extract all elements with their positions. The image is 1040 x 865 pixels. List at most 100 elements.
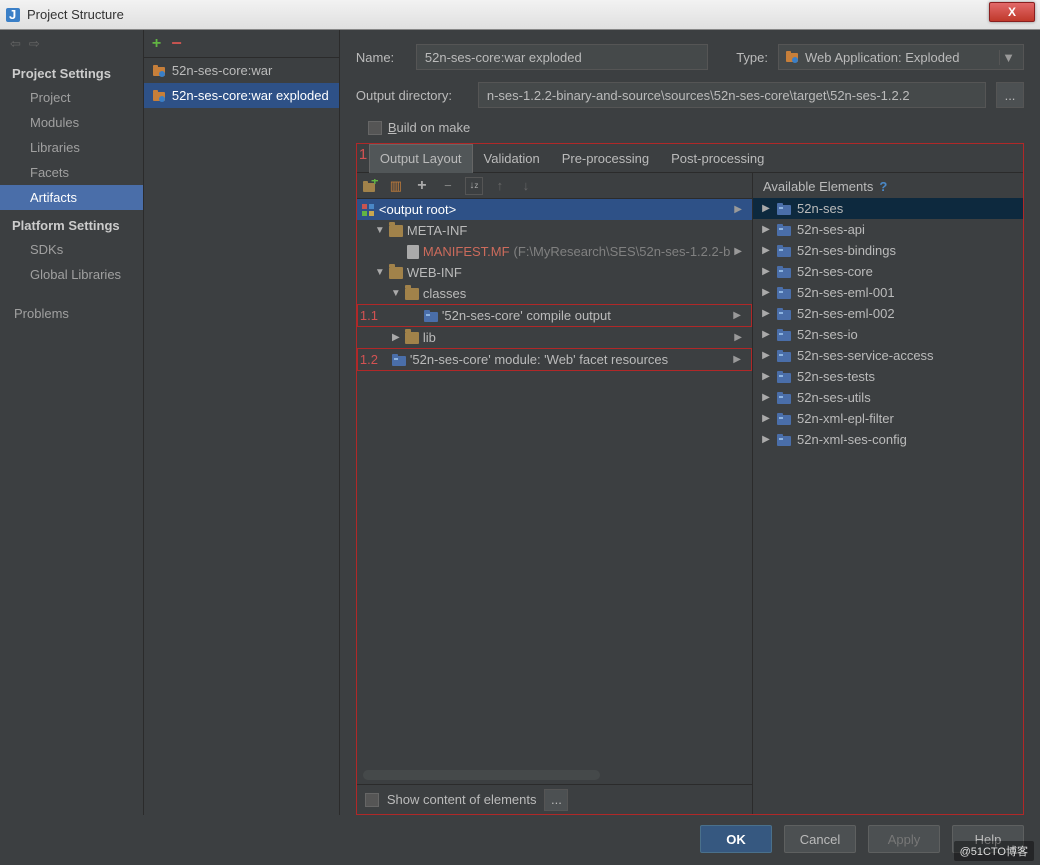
tree-item[interactable]: ▼META-INF: [357, 220, 752, 241]
list-item[interactable]: ▶ 52n-ses-bindings: [753, 240, 1023, 261]
list-item[interactable]: ▶ 52n-ses-tests: [753, 366, 1023, 387]
sidebar-item-sdks[interactable]: SDKs: [0, 237, 143, 262]
remove-artifact-button[interactable]: −: [171, 33, 182, 54]
sidebar-item-libraries[interactable]: Libraries: [0, 135, 143, 160]
sidebar-item-project[interactable]: Project: [0, 85, 143, 110]
module-icon: [392, 354, 406, 366]
tree-item[interactable]: ▼ WEB-INF: [357, 262, 752, 283]
show-content-checkbox[interactable]: [365, 793, 379, 807]
sort-icon[interactable]: ↓z: [465, 177, 483, 195]
expand-icon[interactable]: ▶: [761, 266, 771, 277]
svg-text:J: J: [9, 7, 16, 22]
outdir-input[interactable]: [478, 82, 986, 108]
list-item[interactable]: ▶52n-ses-eml-002: [753, 303, 1023, 324]
chevron-right-icon: ▶: [734, 332, 748, 343]
svg-text:+: +: [371, 179, 378, 188]
expand-icon[interactable]: ▶: [391, 332, 401, 343]
annotated-box-12: 1.2 '52n-ses-core' module: 'Web' facet r…: [357, 348, 752, 371]
expand-icon[interactable]: ▼: [375, 225, 385, 236]
expand-icon[interactable]: ▶: [761, 350, 771, 361]
layout-icon[interactable]: ▥: [387, 177, 405, 195]
expand-icon[interactable]: ▶: [761, 413, 771, 424]
module-icon: [777, 371, 791, 383]
expand-icon[interactable]: ▶: [761, 308, 771, 319]
expand-icon[interactable]: ▶: [761, 287, 771, 298]
build-on-make-checkbox[interactable]: [368, 121, 382, 135]
list-item[interactable]: ▶ 52n-ses-io: [753, 324, 1023, 345]
sidebar-item-modules[interactable]: Modules: [0, 110, 143, 135]
remove-icon[interactable]: −: [439, 177, 457, 195]
tab-post-processing[interactable]: Post-processing: [660, 144, 775, 172]
sidebar-item-artifacts[interactable]: Artifacts: [0, 185, 143, 210]
list-item[interactable]: ▶52n-ses-utils: [753, 387, 1023, 408]
expand-icon[interactable]: ▶: [761, 203, 771, 214]
list-item[interactable]: ▶52n-ses: [753, 198, 1023, 219]
tree-item[interactable]: '52n-ses-core' compile output▶: [358, 305, 751, 326]
sidebar-item-problems[interactable]: Problems: [0, 301, 143, 326]
module-icon: [777, 329, 791, 341]
tree-item[interactable]: '52n-ses-core' module: 'Web' facet resou…: [358, 349, 751, 370]
chevron-right-icon: ▶: [733, 310, 747, 321]
expand-icon[interactable]: ▶: [761, 371, 771, 382]
tree-label: WEB-INF: [407, 265, 462, 280]
tree-item[interactable]: MANIFEST.MF(F:\MyResearch\SES\52n-ses-1.…: [357, 241, 752, 262]
list-label: 52n-ses-api: [797, 222, 865, 237]
nav-forward-icon[interactable]: ⇨: [29, 36, 40, 52]
tree-item[interactable]: ▼classes: [357, 283, 752, 304]
sidebar-item-facets[interactable]: Facets: [0, 160, 143, 185]
list-label: 52n-ses-tests: [797, 369, 875, 384]
tree-path: (F:\MyResearch\SES\52n-ses-1.2.2-b: [514, 244, 731, 259]
show-content-browse[interactable]: ...: [544, 789, 568, 811]
expand-icon[interactable]: ▶: [761, 392, 771, 403]
add-artifact-button[interactable]: +: [152, 35, 161, 53]
artifact-item[interactable]: 52n-ses-core:war: [144, 58, 339, 83]
list-item[interactable]: ▶52n-xml-epl-filter: [753, 408, 1023, 429]
add-icon[interactable]: +: [413, 177, 431, 195]
close-button[interactable]: X: [989, 2, 1035, 22]
module-icon: [777, 413, 791, 425]
artifact-item[interactable]: 52n-ses-core:war exploded: [144, 83, 339, 108]
list-item[interactable]: ▶ 52n-ses-api: [753, 219, 1023, 240]
list-item[interactable]: ▶52n-ses-core: [753, 261, 1023, 282]
type-dropdown[interactable]: Web Application: Exploded ▼: [778, 44, 1024, 70]
folder-icon: [405, 288, 419, 300]
watermark: @51CTO博客: [954, 841, 1034, 861]
sidebar-heading-platform: Platform Settings: [0, 210, 143, 237]
module-icon: [777, 392, 791, 404]
list-item[interactable]: ▶52n-ses-eml-001: [753, 282, 1023, 303]
list-label: 52n-ses-io: [797, 327, 858, 342]
expand-icon[interactable]: ▼: [391, 288, 401, 299]
expand-icon[interactable]: ▶: [761, 245, 771, 256]
available-elements-list[interactable]: ▶52n-ses ▶52n-ses-api ▶52n-ses-bindings …: [753, 198, 1023, 814]
move-down-icon[interactable]: ↓: [517, 177, 535, 195]
list-item[interactable]: ▶52n-xml-ses-config: [753, 429, 1023, 450]
output-tree[interactable]: <output root> ▶ ▼META-INF MANIFEST.MF(F:…: [357, 199, 752, 784]
new-folder-icon[interactable]: +: [361, 177, 379, 195]
tab-pre-processing[interactable]: Pre-processing: [551, 144, 660, 172]
ok-button[interactable]: OK: [700, 825, 772, 853]
tree-item[interactable]: ▶ lib ▶: [357, 327, 752, 348]
expand-icon[interactable]: ▶: [761, 329, 771, 340]
nav-back-icon[interactable]: ⇦: [10, 36, 21, 52]
tab-output-layout[interactable]: Output Layout: [369, 144, 473, 173]
expand-icon[interactable]: ▶: [761, 224, 771, 235]
horizontal-scrollbar[interactable]: [363, 770, 600, 780]
annotation-11: 1.1: [360, 308, 378, 323]
name-label: Name:: [356, 50, 406, 65]
name-input[interactable]: [416, 44, 708, 70]
list-item[interactable]: ▶52n-ses-service-access: [753, 345, 1023, 366]
tree-label: lib: [423, 330, 436, 345]
annotated-box-11: 1.1 '52n-ses-core' compile output▶: [357, 304, 752, 327]
tab-validation[interactable]: Validation: [473, 144, 551, 172]
help-icon[interactable]: ?: [879, 179, 887, 194]
tree-root[interactable]: <output root> ▶: [357, 199, 752, 220]
expand-icon[interactable]: ▼: [375, 267, 385, 278]
move-up-icon[interactable]: ↑: [491, 177, 509, 195]
list-label: 52n-ses-bindings: [797, 243, 896, 258]
apply-button[interactable]: Apply: [868, 825, 940, 853]
browse-button[interactable]: ...: [996, 82, 1024, 108]
cancel-button[interactable]: Cancel: [784, 825, 856, 853]
annotation-1: 1: [359, 146, 367, 163]
expand-icon[interactable]: ▶: [761, 434, 771, 445]
sidebar-item-global-libraries[interactable]: Global Libraries: [0, 262, 143, 287]
